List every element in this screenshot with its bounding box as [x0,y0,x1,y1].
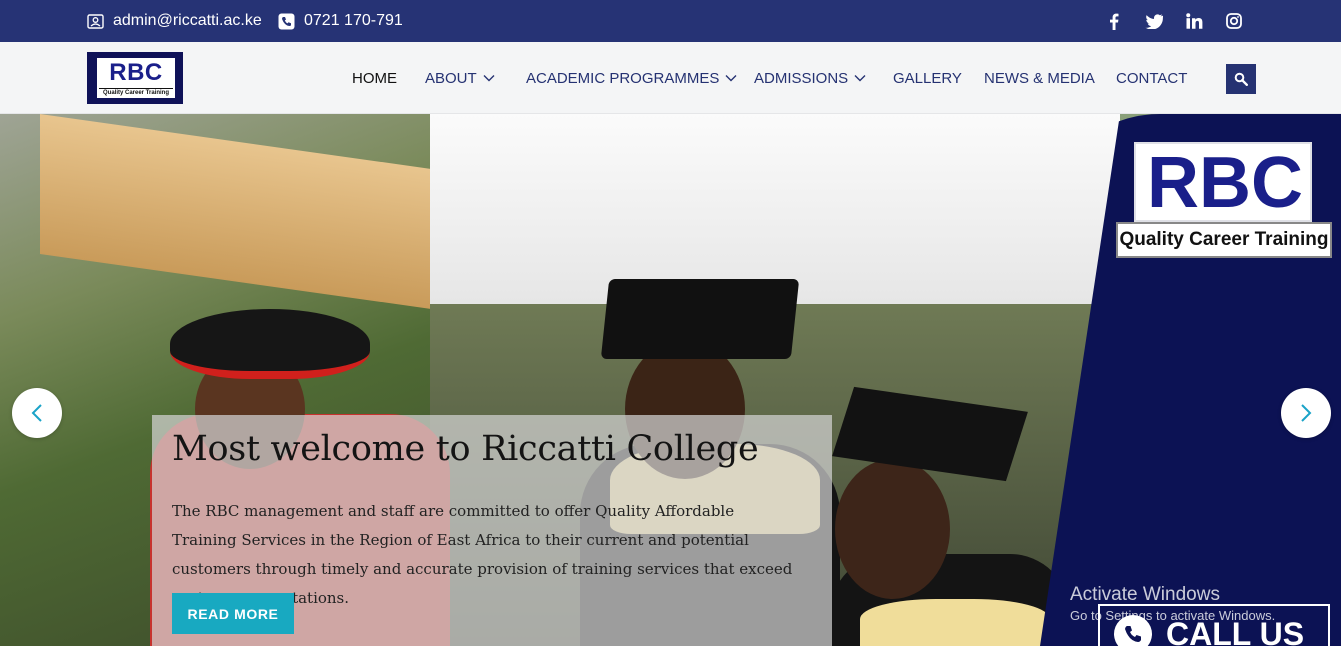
hero-brand-text: RBC [1147,143,1303,223]
watermark-subtitle: Go to Settings to activate Windows. [1070,608,1276,623]
hero-photo-tent [430,114,1120,304]
nav-item-contact[interactable]: CONTACT [1116,42,1187,114]
email-text[interactable]: admin@riccatti.ac.ke [113,12,262,30]
nav-item-admissions-label[interactable]: ADMISSIONS [754,70,848,87]
logo-box: RBC Quality Career Training [97,58,175,98]
slider-prev-button[interactable] [12,388,62,438]
main-navbar: RBC Quality Career Training HOME ABOUT A… [0,42,1341,114]
nav-item-academic-programmes[interactable]: ACADEMIC PROGRAMMES [526,42,737,114]
nav-item-home[interactable]: HOME [352,42,397,114]
graduate-hood-3 [860,599,1050,646]
nav-item-gallery[interactable]: GALLERY [893,42,962,114]
chevron-right-icon [1301,404,1312,422]
hero-slider: RBC Quality Career Training CALL US Acti… [0,114,1341,646]
twitter-icon[interactable] [1145,12,1163,30]
graduate-cap-2 [600,279,800,359]
search-icon [1234,72,1248,86]
nav-item-news-label[interactable]: NEWS & MEDIA [984,70,1095,87]
hero-brand-logo: RBC Quality Career Training [1116,142,1332,262]
hero-title: Most welcome to Riccatti College [172,429,759,469]
logo-text: RBC [109,59,163,86]
nav-item-gallery-label[interactable]: GALLERY [893,70,962,87]
instagram-icon[interactable] [1225,12,1243,30]
hero-brand-tagline: Quality Career Training [1116,222,1332,258]
search-button[interactable] [1226,64,1256,94]
read-more-button[interactable]: READ MORE [172,593,294,634]
nav-item-home-label[interactable]: HOME [352,70,397,87]
email-icon [87,13,104,29]
chevron-down-icon [483,75,495,82]
hero-caption-box: Most welcome to Riccatti College The RBC… [152,415,832,646]
email-contact[interactable]: admin@riccatti.ac.ke [87,0,262,42]
nav-item-academic-label[interactable]: ACADEMIC PROGRAMMES [526,70,719,87]
nav-item-admissions[interactable]: ADMISSIONS [754,42,866,114]
nav-item-about-label[interactable]: ABOUT [425,70,477,87]
slider-next-button[interactable] [1281,388,1331,438]
chevron-down-icon [725,75,737,82]
site-logo[interactable]: RBC Quality Career Training [87,52,183,104]
graduate-face-3 [835,459,950,599]
hero-brand-box: RBC [1134,142,1312,222]
nav-item-about[interactable]: ABOUT [425,42,495,114]
logo-tagline: Quality Career Training [99,88,173,97]
top-contact-bar: admin@riccatti.ac.ke 0721 170-791 [0,0,1341,42]
chevron-down-icon [854,75,866,82]
activate-windows-watermark: Activate Windows Go to Settings to activ… [1070,584,1275,623]
nav-item-contact-label[interactable]: CONTACT [1116,70,1187,87]
linkedin-icon[interactable] [1185,12,1203,30]
phone-contact[interactable]: 0721 170-791 [278,0,403,42]
phone-text[interactable]: 0721 170-791 [304,12,403,30]
graduate-cap-1 [170,309,370,379]
watermark-title: Activate Windows [1070,584,1220,605]
facebook-icon[interactable] [1105,12,1123,30]
chevron-left-icon [31,404,42,422]
phone-icon [278,13,295,29]
social-links [1105,0,1243,42]
nav-item-news-media[interactable]: NEWS & MEDIA [984,42,1095,114]
